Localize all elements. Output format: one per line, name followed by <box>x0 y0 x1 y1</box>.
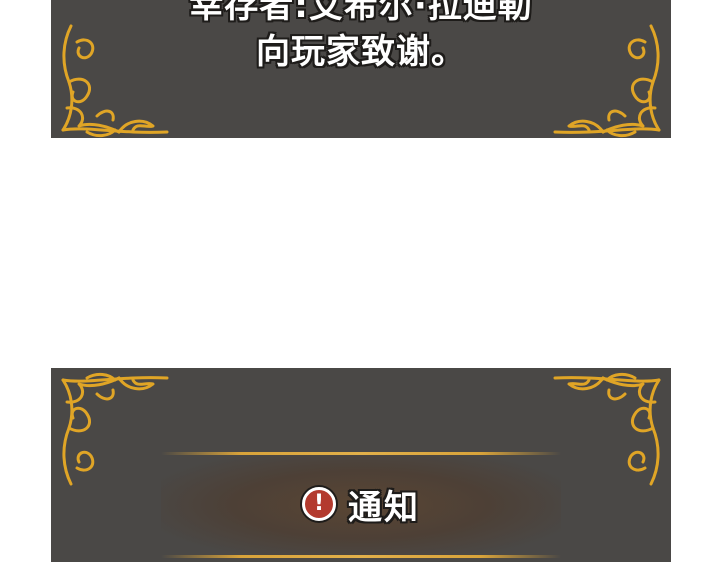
banner-divider-bottom <box>161 555 561 558</box>
notice-header: ! 通知 <box>161 480 561 528</box>
dialogue-panel-top: 幸存者:艾希尔·拉迪勒 向玩家致谢。 <box>51 0 671 138</box>
banner-divider-top <box>161 452 561 455</box>
ornament-corner-icon <box>57 370 173 488</box>
notice-title: 通知 <box>348 487 420 528</box>
notice-panel: ! 通知 <box>51 368 671 562</box>
exclamation-icon: ! <box>302 487 336 521</box>
ornament-corner-icon <box>549 22 665 138</box>
ornament-corner-icon <box>549 370 665 488</box>
ornament-corner-icon <box>57 22 173 138</box>
notice-banner: ! 通知 <box>161 452 561 558</box>
